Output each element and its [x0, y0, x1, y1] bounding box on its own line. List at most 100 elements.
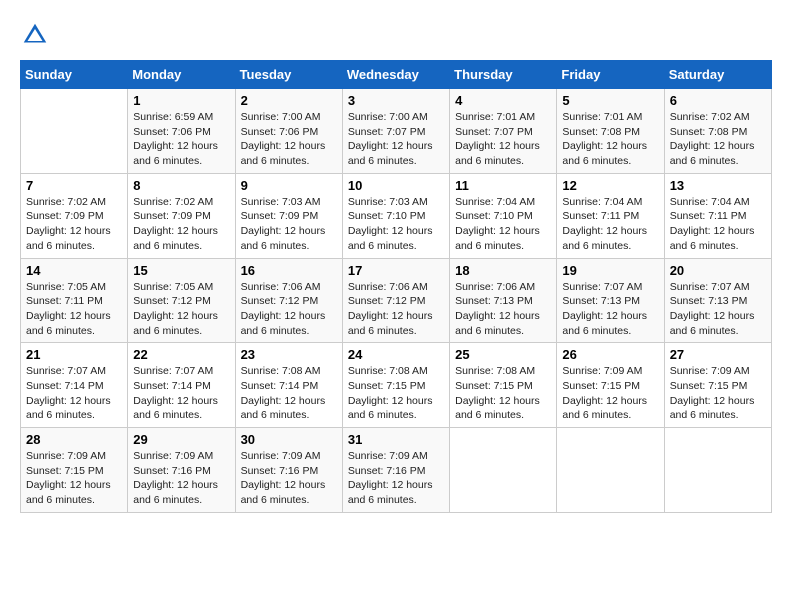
- day-number: 9: [241, 178, 337, 193]
- calendar-cell: 22 Sunrise: 7:07 AMSunset: 7:14 PMDayligh…: [128, 343, 235, 428]
- day-info: Sunrise: 7:09 AMSunset: 7:16 PMDaylight:…: [133, 449, 229, 508]
- weekday-header-row: SundayMondayTuesdayWednesdayThursdayFrid…: [21, 61, 772, 89]
- weekday-header-sunday: Sunday: [21, 61, 128, 89]
- day-info: Sunrise: 7:04 AMSunset: 7:11 PMDaylight:…: [670, 195, 766, 254]
- calendar-cell: 18Sunrise: 7:06 AMSunset: 7:13 PMDayligh…: [450, 258, 557, 343]
- calendar-cell: 7 Sunrise: 7:02 AMSunset: 7:09 PMDaylight…: [21, 173, 128, 258]
- calendar-cell: 26Sunrise: 7:09 AMSunset: 7:15 PMDayligh…: [557, 343, 664, 428]
- day-info: Sunrise: 7:02 AMSunset: 7:08 PMDaylight:…: [670, 110, 766, 169]
- calendar-cell: 25 Sunrise: 7:08 AMSunset: 7:15 PMDayligh…: [450, 343, 557, 428]
- calendar-cell: 6Sunrise: 7:02 AMSunset: 7:08 PMDaylight…: [664, 89, 771, 174]
- day-info: Sunrise: 7:04 AMSunset: 7:10 PMDaylight:…: [455, 195, 551, 254]
- day-number: 17: [348, 263, 444, 278]
- day-info: Sunrise: 7:00 AMSunset: 7:06 PMDaylight:…: [241, 110, 337, 169]
- day-number: 28: [26, 432, 122, 447]
- day-number: 21: [26, 347, 122, 362]
- day-number: 15: [133, 263, 229, 278]
- weekday-header-friday: Friday: [557, 61, 664, 89]
- calendar-cell: 12 Sunrise: 7:04 AMSunset: 7:11 PMDayligh…: [557, 173, 664, 258]
- day-number: 20: [670, 263, 766, 278]
- day-number: 3: [348, 93, 444, 108]
- day-info: Sunrise: 7:01 AMSunset: 7:08 PMDaylight:…: [562, 110, 658, 169]
- day-info: Sunrise: 7:06 AMSunset: 7:12 PMDaylight:…: [348, 280, 444, 339]
- calendar-cell: 23 Sunrise: 7:08 AMSunset: 7:14 PMDayligh…: [235, 343, 342, 428]
- day-info: Sunrise: 7:02 AMSunset: 7:09 PMDaylight:…: [26, 195, 122, 254]
- calendar-cell: [450, 428, 557, 513]
- day-number: 25: [455, 347, 551, 362]
- day-info: Sunrise: 7:08 AMSunset: 7:14 PMDaylight:…: [241, 364, 337, 423]
- day-number: 16: [241, 263, 337, 278]
- day-info: Sunrise: 7:06 AMSunset: 7:12 PMDaylight:…: [241, 280, 337, 339]
- calendar-cell: 13 Sunrise: 7:04 AMSunset: 7:11 PMDayligh…: [664, 173, 771, 258]
- day-number: 10: [348, 178, 444, 193]
- day-number: 19: [562, 263, 658, 278]
- day-info: Sunrise: 7:09 AMSunset: 7:16 PMDaylight:…: [241, 449, 337, 508]
- day-number: 29: [133, 432, 229, 447]
- day-info: Sunrise: 7:09 AMSunset: 7:15 PMDaylight:…: [670, 364, 766, 423]
- day-number: 24: [348, 347, 444, 362]
- logo: [20, 20, 54, 50]
- calendar-cell: 17 Sunrise: 7:06 AMSunset: 7:12 PMDayligh…: [342, 258, 449, 343]
- day-info: Sunrise: 7:09 AMSunset: 7:15 PMDaylight:…: [562, 364, 658, 423]
- calendar-cell: 14 Sunrise: 7:05 AMSunset: 7:11 PMDayligh…: [21, 258, 128, 343]
- day-number: 12: [562, 178, 658, 193]
- day-info: Sunrise: 7:07 AMSunset: 7:13 PMDaylight:…: [562, 280, 658, 339]
- weekday-header-tuesday: Tuesday: [235, 61, 342, 89]
- calendar-week-row: 1 Sunrise: 6:59 AMSunset: 7:06 PMDaylight…: [21, 89, 772, 174]
- day-info: Sunrise: 7:07 AMSunset: 7:14 PMDaylight:…: [26, 364, 122, 423]
- calendar-cell: 31 Sunrise: 7:09 AMSunset: 7:16 PMDayligh…: [342, 428, 449, 513]
- calendar-cell: 8Sunrise: 7:02 AMSunset: 7:09 PMDaylight…: [128, 173, 235, 258]
- day-info: Sunrise: 7:07 AMSunset: 7:13 PMDaylight:…: [670, 280, 766, 339]
- day-info: Sunrise: 7:06 AMSunset: 7:13 PMDaylight:…: [455, 280, 551, 339]
- page-header: [20, 20, 772, 50]
- day-info: Sunrise: 6:59 AMSunset: 7:06 PMDaylight:…: [133, 110, 229, 169]
- day-info: Sunrise: 7:08 AMSunset: 7:15 PMDaylight:…: [348, 364, 444, 423]
- day-info: Sunrise: 7:08 AMSunset: 7:15 PMDaylight:…: [455, 364, 551, 423]
- day-number: 14: [26, 263, 122, 278]
- day-number: 30: [241, 432, 337, 447]
- weekday-header-thursday: Thursday: [450, 61, 557, 89]
- calendar-cell: 16 Sunrise: 7:06 AMSunset: 7:12 PMDayligh…: [235, 258, 342, 343]
- calendar-week-row: 21 Sunrise: 7:07 AMSunset: 7:14 PMDayligh…: [21, 343, 772, 428]
- calendar-cell: 15 Sunrise: 7:05 AMSunset: 7:12 PMDayligh…: [128, 258, 235, 343]
- calendar-cell: 9 Sunrise: 7:03 AMSunset: 7:09 PMDaylight…: [235, 173, 342, 258]
- calendar-cell: 21 Sunrise: 7:07 AMSunset: 7:14 PMDayligh…: [21, 343, 128, 428]
- logo-icon: [20, 20, 50, 50]
- calendar-cell: 19 Sunrise: 7:07 AMSunset: 7:13 PMDayligh…: [557, 258, 664, 343]
- day-info: Sunrise: 7:07 AMSunset: 7:14 PMDaylight:…: [133, 364, 229, 423]
- calendar-cell: [557, 428, 664, 513]
- day-number: 7: [26, 178, 122, 193]
- calendar-cell: 30 Sunrise: 7:09 AMSunset: 7:16 PMDayligh…: [235, 428, 342, 513]
- day-info: Sunrise: 7:01 AMSunset: 7:07 PMDaylight:…: [455, 110, 551, 169]
- day-number: 23: [241, 347, 337, 362]
- day-info: Sunrise: 7:00 AMSunset: 7:07 PMDaylight:…: [348, 110, 444, 169]
- day-info: Sunrise: 7:09 AMSunset: 7:16 PMDaylight:…: [348, 449, 444, 508]
- day-number: 22: [133, 347, 229, 362]
- calendar-cell: 11Sunrise: 7:04 AMSunset: 7:10 PMDayligh…: [450, 173, 557, 258]
- day-number: 1: [133, 93, 229, 108]
- day-info: Sunrise: 7:05 AMSunset: 7:12 PMDaylight:…: [133, 280, 229, 339]
- day-number: 8: [133, 178, 229, 193]
- calendar-cell: 28Sunrise: 7:09 AMSunset: 7:15 PMDayligh…: [21, 428, 128, 513]
- day-number: 4: [455, 93, 551, 108]
- weekday-header-wednesday: Wednesday: [342, 61, 449, 89]
- day-number: 13: [670, 178, 766, 193]
- calendar-header: SundayMondayTuesdayWednesdayThursdayFrid…: [21, 61, 772, 89]
- calendar-cell: 5 Sunrise: 7:01 AMSunset: 7:08 PMDaylight…: [557, 89, 664, 174]
- day-number: 5: [562, 93, 658, 108]
- day-info: Sunrise: 7:05 AMSunset: 7:11 PMDaylight:…: [26, 280, 122, 339]
- calendar-week-row: 7 Sunrise: 7:02 AMSunset: 7:09 PMDaylight…: [21, 173, 772, 258]
- calendar-cell: 3 Sunrise: 7:00 AMSunset: 7:07 PMDaylight…: [342, 89, 449, 174]
- calendar-cell: [664, 428, 771, 513]
- calendar-week-row: 28Sunrise: 7:09 AMSunset: 7:15 PMDayligh…: [21, 428, 772, 513]
- day-info: Sunrise: 7:04 AMSunset: 7:11 PMDaylight:…: [562, 195, 658, 254]
- day-number: 27: [670, 347, 766, 362]
- weekday-header-monday: Monday: [128, 61, 235, 89]
- day-number: 31: [348, 432, 444, 447]
- day-info: Sunrise: 7:03 AMSunset: 7:09 PMDaylight:…: [241, 195, 337, 254]
- calendar-cell: 4 Sunrise: 7:01 AMSunset: 7:07 PMDaylight…: [450, 89, 557, 174]
- calendar-cell: 2Sunrise: 7:00 AMSunset: 7:06 PMDaylight…: [235, 89, 342, 174]
- calendar-cell: 10 Sunrise: 7:03 AMSunset: 7:10 PMDayligh…: [342, 173, 449, 258]
- calendar-body: 1 Sunrise: 6:59 AMSunset: 7:06 PMDaylight…: [21, 89, 772, 513]
- day-info: Sunrise: 7:03 AMSunset: 7:10 PMDaylight:…: [348, 195, 444, 254]
